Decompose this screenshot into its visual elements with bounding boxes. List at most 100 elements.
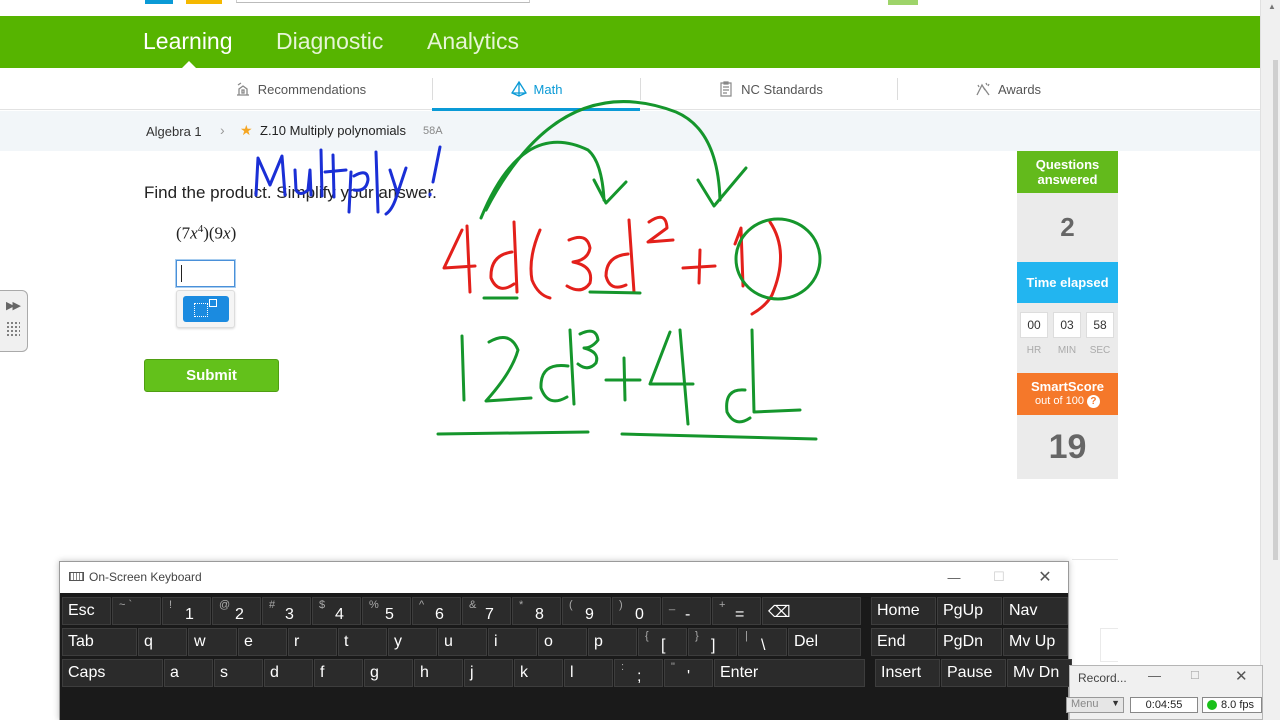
text-caret	[181, 265, 182, 282]
key-f[interactable]: f	[314, 659, 363, 687]
key-shift-label: $	[319, 599, 326, 611]
osk-titlebar[interactable]: On-Screen Keyboard — ☐ ✕	[60, 562, 1068, 593]
submit-button[interactable]: Submit	[144, 359, 279, 392]
recorder-minimize-button[interactable]: —	[1148, 668, 1161, 683]
pyramid-icon	[510, 80, 527, 97]
key-label: l	[570, 664, 574, 681]
key-5[interactable]: % 5	[362, 597, 411, 625]
nav-diagnostic[interactable]: Diagnostic	[276, 28, 383, 55]
key-mvup[interactable]: Mv Up	[1003, 628, 1068, 656]
breadcrumb-skill: Z.10 Multiply polynomials	[260, 123, 406, 138]
key-q[interactable]: q	[138, 628, 187, 656]
help-icon[interactable]: ?	[1086, 395, 1100, 408]
key-end[interactable]: End	[871, 628, 936, 656]
key-u[interactable]: u	[438, 628, 487, 656]
logo-fragment[interactable]	[145, 0, 173, 4]
tab-awards[interactable]: Awards	[930, 68, 1085, 110]
key-[interactable]: :;	[614, 659, 663, 687]
key-label: =	[735, 606, 745, 623]
key-j[interactable]: j	[464, 659, 513, 687]
key-h[interactable]: h	[414, 659, 463, 687]
key-shift-label: _	[669, 599, 676, 611]
key-8[interactable]: * 8	[512, 597, 561, 625]
nav-learning[interactable]: Learning	[143, 28, 233, 55]
key-label: 5	[385, 606, 394, 623]
key-i[interactable]: i	[488, 628, 537, 656]
key-w[interactable]: w	[188, 628, 237, 656]
key-0[interactable]: ) 0	[612, 597, 661, 625]
exponent-box-icon	[209, 299, 217, 307]
key-e[interactable]: e	[238, 628, 287, 656]
key-[interactable]: ⌫	[762, 597, 861, 625]
key-9[interactable]: (9	[562, 597, 611, 625]
tab-recommendations[interactable]: Recommendations	[200, 68, 400, 110]
key-pause[interactable]: Pause	[941, 659, 1006, 687]
key-[interactable]: " '	[664, 659, 713, 687]
site-search-input[interactable]	[236, 0, 530, 3]
key-y[interactable]: y	[388, 628, 437, 656]
key-esc[interactable]: Esc	[62, 597, 111, 625]
key-pgdn[interactable]: PgDn	[937, 628, 1002, 656]
key-4[interactable]: $4	[312, 597, 361, 625]
key-mvdn[interactable]: Mv Dn	[1007, 659, 1072, 687]
time-hours: 00	[1020, 312, 1048, 338]
key-insert[interactable]: Insert	[875, 659, 940, 687]
logo-fragment-yellow[interactable]	[186, 0, 222, 4]
recorder-maximize-button[interactable]: ☐	[1190, 669, 1200, 682]
scrollbar-thumb[interactable]	[1273, 60, 1278, 560]
side-panel-handle[interactable]: ▶▶	[0, 290, 28, 352]
key-label: o	[544, 633, 553, 650]
minimize-button[interactable]: —	[932, 566, 976, 588]
key-[interactable]: }]	[688, 628, 737, 656]
key-tab[interactable]: Tab	[62, 628, 137, 656]
close-button[interactable]: ✕	[1023, 566, 1067, 588]
key-3[interactable]: #3	[262, 597, 311, 625]
tab-nc-standards[interactable]: NC Standards	[670, 68, 870, 110]
ink-multiply-note	[254, 145, 442, 216]
recorder-elapsed: 0:04:55	[1130, 697, 1198, 713]
key-d[interactable]: d	[264, 659, 313, 687]
key-2[interactable]: @2	[212, 597, 261, 625]
key-s[interactable]: s	[214, 659, 263, 687]
key-enter[interactable]: Enter	[714, 659, 865, 687]
recorder-menu-dropdown[interactable]: Menu ▼	[1066, 697, 1124, 713]
key-[interactable]: + =	[712, 597, 761, 625]
top-green-button[interactable]	[888, 0, 918, 5]
key-1[interactable]: ! 1	[162, 597, 211, 625]
key-home[interactable]: Home	[871, 597, 936, 625]
key-6[interactable]: ^ 6	[412, 597, 461, 625]
key-[interactable]: _ -	[662, 597, 711, 625]
maximize-button[interactable]: ☐	[977, 566, 1021, 588]
key-7[interactable]: & 7	[462, 597, 511, 625]
key-nav[interactable]: Nav	[1003, 597, 1068, 625]
key-r[interactable]: r	[288, 628, 337, 656]
key-label: ]	[711, 637, 716, 654]
key-[interactable]: {[	[638, 628, 687, 656]
key-k[interactable]: k	[514, 659, 563, 687]
key-[interactable]: | \	[738, 628, 787, 656]
osk-title: On-Screen Keyboard	[89, 570, 202, 584]
key-p[interactable]: p	[588, 628, 637, 656]
key-t[interactable]: t	[338, 628, 387, 656]
key-[interactable]: ~ `	[112, 597, 161, 625]
key-l[interactable]: l	[564, 659, 613, 687]
scroll-up-icon[interactable]: ▲	[1268, 2, 1276, 11]
exponent-button[interactable]	[183, 296, 229, 322]
tab-math[interactable]: Math	[432, 68, 640, 111]
breadcrumb-course[interactable]: Algebra 1	[146, 124, 202, 139]
recorder-close-button[interactable]: ✕	[1235, 667, 1248, 685]
key-g[interactable]: g	[364, 659, 413, 687]
key-shift-label: {	[645, 630, 649, 642]
key-label: t	[344, 633, 349, 650]
answer-input[interactable]	[175, 259, 236, 288]
key-caps[interactable]: Caps	[62, 659, 163, 687]
on-screen-keyboard-window: On-Screen Keyboard — ☐ ✕ Esc ~ `! 1 @2 #3 $4%…	[59, 561, 1072, 720]
key-a[interactable]: a	[164, 659, 213, 687]
key-shift-label: #	[269, 599, 276, 611]
subject-tabs: Recommendations Math NC Standards Awards	[0, 68, 1260, 111]
key-pgup[interactable]: PgUp	[937, 597, 1002, 625]
key-del[interactable]: Del	[788, 628, 861, 656]
time-minutes: 03	[1053, 312, 1081, 338]
key-o[interactable]: o	[538, 628, 587, 656]
nav-analytics[interactable]: Analytics	[427, 28, 519, 55]
